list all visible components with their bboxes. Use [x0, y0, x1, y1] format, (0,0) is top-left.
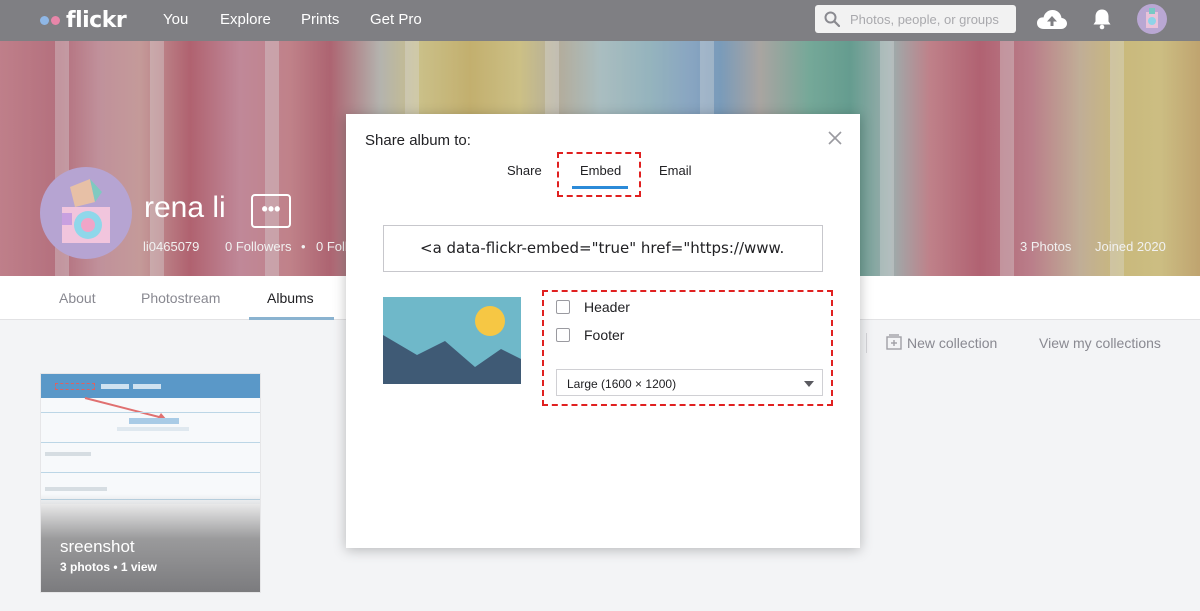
album-meta: 3 photos • 1 view: [60, 560, 157, 574]
album-cover-detail: [45, 452, 91, 456]
album-cover-highlight: [55, 383, 95, 390]
search-input[interactable]: Photos, people, or groups: [815, 5, 1016, 33]
profile-avatar-art: [62, 179, 110, 243]
album-cover-line: [41, 412, 260, 413]
footer-checkbox[interactable]: [556, 328, 570, 342]
profile-joined: Joined 2020: [1095, 239, 1166, 254]
header-label: Header: [584, 299, 630, 315]
profile-name: rena li: [144, 191, 226, 224]
profile-username: li0465079: [143, 239, 200, 254]
logo-text: flickr: [66, 7, 127, 33]
divider: [866, 333, 867, 353]
avatar-art: [1146, 8, 1158, 28]
size-select-value: Large (1600 × 1200): [567, 377, 677, 391]
album-cover-detail: [45, 487, 107, 491]
tab-about[interactable]: About: [59, 290, 96, 306]
active-tab-indicator: [249, 317, 334, 320]
album-cover-line: [41, 472, 260, 473]
album-cover-detail: [101, 384, 129, 389]
top-nav: flickr You Explore Prints Get Pro Photos…: [0, 0, 1200, 41]
upload-cloud-icon[interactable]: [1037, 8, 1067, 30]
nav-link-you[interactable]: You: [163, 11, 188, 28]
profile-photos-count: 3 Photos: [1020, 239, 1072, 254]
bell-icon[interactable]: [1092, 8, 1112, 30]
image-placeholder-icon: [383, 297, 521, 384]
close-icon[interactable]: [828, 131, 842, 145]
embed-tab-highlight: [557, 152, 641, 197]
album-title: sreenshot: [60, 537, 135, 556]
tab-email[interactable]: Email: [659, 163, 692, 178]
share-album-modal: Share album to: Share Embed Email <a dat…: [346, 114, 860, 548]
profile-separator-dot: •: [301, 239, 306, 254]
album-cover-detail: [129, 418, 179, 424]
profile-following[interactable]: 0 Foll: [316, 239, 348, 254]
modal-title: Share album to:: [365, 132, 471, 149]
header-option[interactable]: Header: [556, 299, 630, 315]
album-cover-line: [41, 442, 260, 443]
profile-followers[interactable]: 0 Followers: [225, 239, 291, 254]
album-card[interactable]: sreenshot 3 photos • 1 view: [40, 373, 261, 593]
album-cover-detail: [133, 384, 161, 389]
footer-label: Footer: [584, 327, 625, 343]
embed-preview-image: [383, 297, 521, 384]
flickr-logo[interactable]: flickr: [40, 7, 127, 33]
new-collection-icon[interactable]: [886, 334, 902, 350]
chevron-down-icon: [804, 381, 814, 387]
search-placeholder: Photos, people, or groups: [850, 12, 999, 27]
nav-link-get-pro[interactable]: Get Pro: [370, 11, 422, 28]
avatar[interactable]: [1137, 4, 1167, 34]
size-select[interactable]: Large (1600 × 1200): [556, 369, 823, 396]
nav-link-explore[interactable]: Explore: [220, 11, 271, 28]
profile-avatar[interactable]: [40, 167, 132, 259]
more-options-button[interactable]: •••: [251, 194, 291, 228]
tab-share[interactable]: Share: [507, 163, 542, 178]
logo-blue-dot: [40, 15, 49, 25]
view-collections-link[interactable]: View my collections: [1039, 335, 1161, 351]
album-cover-image: [41, 374, 260, 504]
footer-option[interactable]: Footer: [556, 327, 624, 343]
nav-link-prints[interactable]: Prints: [301, 11, 339, 28]
tab-albums[interactable]: Albums: [267, 290, 314, 306]
embed-code-field[interactable]: <a data-flickr-embed="true" href="https:…: [383, 225, 823, 272]
album-cover-detail: [117, 427, 189, 431]
new-collection-link[interactable]: New collection: [907, 335, 997, 351]
tab-photostream[interactable]: Photostream: [141, 290, 220, 306]
search-icon: [824, 11, 840, 27]
logo-pink-dot: [51, 15, 60, 25]
header-checkbox[interactable]: [556, 300, 570, 314]
